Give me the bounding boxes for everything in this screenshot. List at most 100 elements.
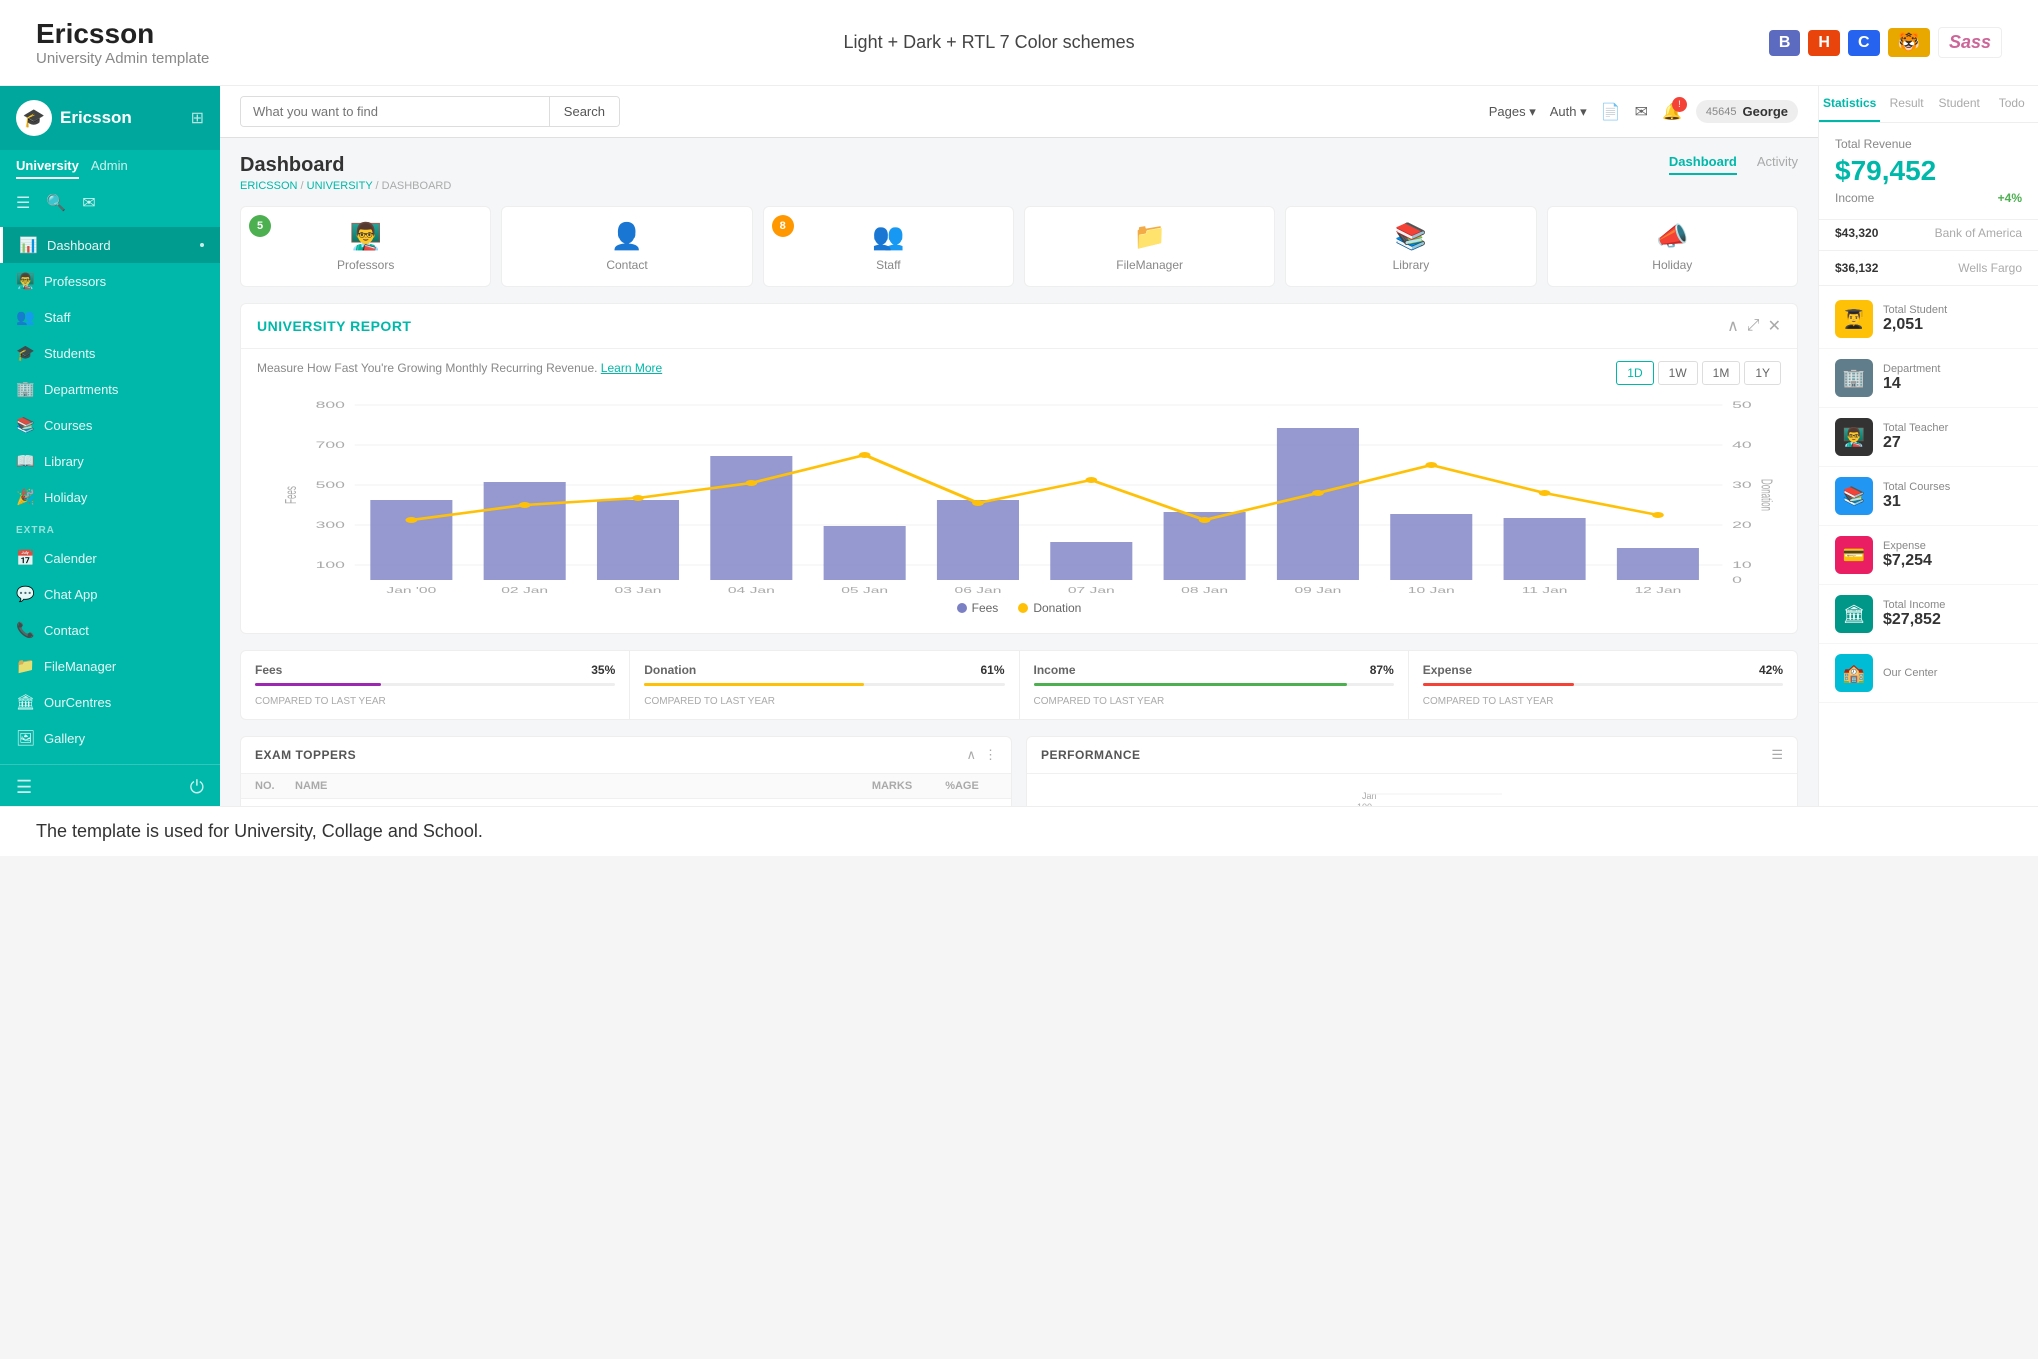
svg-text:Jan: Jan [1362, 791, 1377, 801]
courses-label: Total Courses [1883, 481, 2022, 493]
right-tab-statistics[interactable]: Statistics [1819, 86, 1880, 122]
table-row: 11 45645 Merri Diamond Science 199 99.00 [241, 799, 1011, 806]
badge-sass: Sass [1938, 27, 2002, 58]
sidebar-header: 🎓 Ericsson ⊞ [0, 86, 220, 150]
nav-item-holiday[interactable]: 🎉 Holiday [0, 479, 220, 515]
quick-card-library[interactable]: 📚 Library [1285, 206, 1536, 287]
nav-item-professors[interactable]: 👨‍🏫 Professors [0, 263, 220, 299]
nav-item-courses[interactable]: 📚 Courses [0, 407, 220, 443]
department-info: Department 14 [1883, 363, 2022, 393]
nav-item-departments[interactable]: 🏢 Departments [0, 371, 220, 407]
quick-card-filemanager[interactable]: 📁 FileManager [1024, 206, 1275, 287]
badge-html: H [1808, 30, 1840, 56]
tab-dashboard[interactable]: Dashboard [1669, 154, 1737, 175]
perf-title: PERFORMANCE [1041, 748, 1141, 762]
svg-text:500: 500 [316, 480, 346, 490]
fees-label: Fees [972, 601, 999, 615]
chart-close-btn[interactable]: ✕ [1768, 316, 1781, 336]
search-sidebar-icon[interactable]: 🔍 [46, 193, 66, 213]
nav-doc-icon[interactable]: 📄 [1601, 102, 1621, 122]
perf-menu-icon[interactable]: ☰ [1771, 747, 1783, 763]
time-btn-1d[interactable]: 1D [1616, 361, 1653, 385]
revenue-pct: +4% [1998, 191, 2022, 205]
mail-icon[interactable]: ✉ [82, 193, 95, 213]
right-tab-todo[interactable]: Todo [1985, 86, 2038, 122]
nav-bell-icon[interactable]: 🔔! [1662, 102, 1682, 122]
grid-icon[interactable]: ⊞ [191, 108, 204, 128]
nav-item-students[interactable]: 🎓 Students [0, 335, 220, 371]
center-label: Our Center [1883, 667, 2022, 679]
teacher-value: 27 [1883, 434, 2022, 452]
nav-item-dashboard[interactable]: 📊 Dashboard [0, 227, 220, 263]
svg-text:30: 30 [1732, 480, 1752, 490]
bar-fees-10 [1390, 514, 1472, 580]
stat-card-income: 🏛 Total Income $27,852 [1819, 585, 2038, 644]
brand-title: Ericsson [36, 18, 209, 50]
breadcrumb-ericsson[interactable]: ERICSSON [240, 180, 297, 192]
user-chip[interactable]: 45645 George [1696, 100, 1798, 123]
nav-item-library[interactable]: 📖 Library [0, 443, 220, 479]
chart-collapse-btn[interactable]: ∧ [1727, 316, 1739, 336]
nav-item-ourcentres[interactable]: 🏛 OurCentres [0, 684, 220, 720]
svg-text:03 Jan: 03 Jan [615, 586, 662, 595]
exam-collapse-icon[interactable]: ∧ [966, 747, 976, 763]
donation-label: Donation [1033, 601, 1081, 615]
badge-tiger: 🐯 [1888, 28, 1930, 57]
chart-expand-btn[interactable]: ⤢ [1747, 317, 1760, 335]
search-input[interactable] [241, 97, 549, 126]
menu-bottom-icon[interactable]: ☰ [16, 777, 32, 798]
nav-item-calender[interactable]: 📅 Calender [0, 540, 220, 576]
nav-item-filemanager[interactable]: 📁 FileManager [0, 648, 220, 684]
students-icon: 🎓 [16, 344, 34, 362]
sidebar-tab-university[interactable]: University [16, 158, 79, 179]
nav-item-gallery[interactable]: 🖼 Gallery [0, 720, 220, 756]
quick-card-holiday[interactable]: 📣 Holiday [1547, 206, 1798, 287]
filemanager-quick-icon: 📁 [1133, 221, 1165, 252]
user-name: George [1742, 104, 1788, 119]
nav-item-chat[interactable]: 💬 Chat App [0, 576, 220, 612]
nav-auth[interactable]: Auth ▾ [1550, 104, 1587, 120]
nav-label-holiday: Holiday [44, 490, 87, 505]
sidebar-tab-admin[interactable]: Admin [91, 158, 128, 179]
learn-more-link[interactable]: Learn More [601, 361, 662, 375]
tab-activity[interactable]: Activity [1757, 154, 1798, 175]
donation-dot-7 [1085, 477, 1097, 483]
right-tab-result[interactable]: Result [1880, 86, 1933, 122]
quick-card-staff[interactable]: 8 👥 Staff [763, 206, 1014, 287]
search-box: Search [240, 96, 620, 127]
sidebar-icons-row: ☰ 🔍 ✉ [0, 187, 220, 219]
stat-fees-compare: COMPARED TO LAST YEAR [255, 696, 386, 707]
time-btn-1y[interactable]: 1Y [1744, 361, 1781, 385]
right-tab-student[interactable]: Student [1933, 86, 1986, 122]
breadcrumb-university[interactable]: UNIVERSITY [307, 180, 373, 192]
center-icon: 🏫 [1835, 654, 1873, 692]
power-icon[interactable]: ⏻ [190, 777, 204, 798]
stat-income-label: Income [1034, 663, 1076, 677]
quick-card-contact[interactable]: 👤 Contact [501, 206, 752, 287]
teacher-label: Total Teacher [1883, 422, 2022, 434]
fees-dot [957, 603, 967, 613]
expense-icon: 💳 [1835, 536, 1873, 574]
svg-text:02 Jan: 02 Jan [501, 586, 548, 595]
income-info: Total Income $27,852 [1883, 599, 2022, 629]
nav-label-ourcentres: OurCentres [44, 695, 111, 710]
time-btn-1w[interactable]: 1W [1658, 361, 1698, 385]
nav-mail-icon[interactable]: ✉ [1635, 102, 1648, 122]
top-nav-right: Pages ▾ Auth ▾ 📄 ✉ 🔔! 45645 George [1489, 100, 1798, 123]
department-value: 14 [1883, 375, 2022, 393]
bar-fees-11 [1504, 518, 1586, 580]
revenue-meta: Income +4% [1835, 191, 2022, 205]
top-tagline: Light + Dark + RTL 7 Color schemes [844, 32, 1135, 53]
nav-pages[interactable]: Pages ▾ [1489, 104, 1536, 120]
quick-card-professors[interactable]: 5 👨‍🏫 Professors [240, 206, 491, 287]
time-buttons: 1D 1W 1M 1Y [1616, 361, 1781, 385]
nav-item-staff[interactable]: 👥 Staff [0, 299, 220, 335]
list-icon[interactable]: ☰ [16, 193, 30, 213]
time-btn-1m[interactable]: 1M [1702, 361, 1741, 385]
department-label: Department [1883, 363, 2022, 375]
svg-text:Donation: Donation [1758, 479, 1776, 511]
search-button[interactable]: Search [549, 97, 619, 126]
stat-card-center: 🏫 Our Center [1819, 644, 2038, 703]
exam-menu-icon[interactable]: ⋮ [984, 747, 997, 763]
nav-item-contact[interactable]: 📞 Contact [0, 612, 220, 648]
